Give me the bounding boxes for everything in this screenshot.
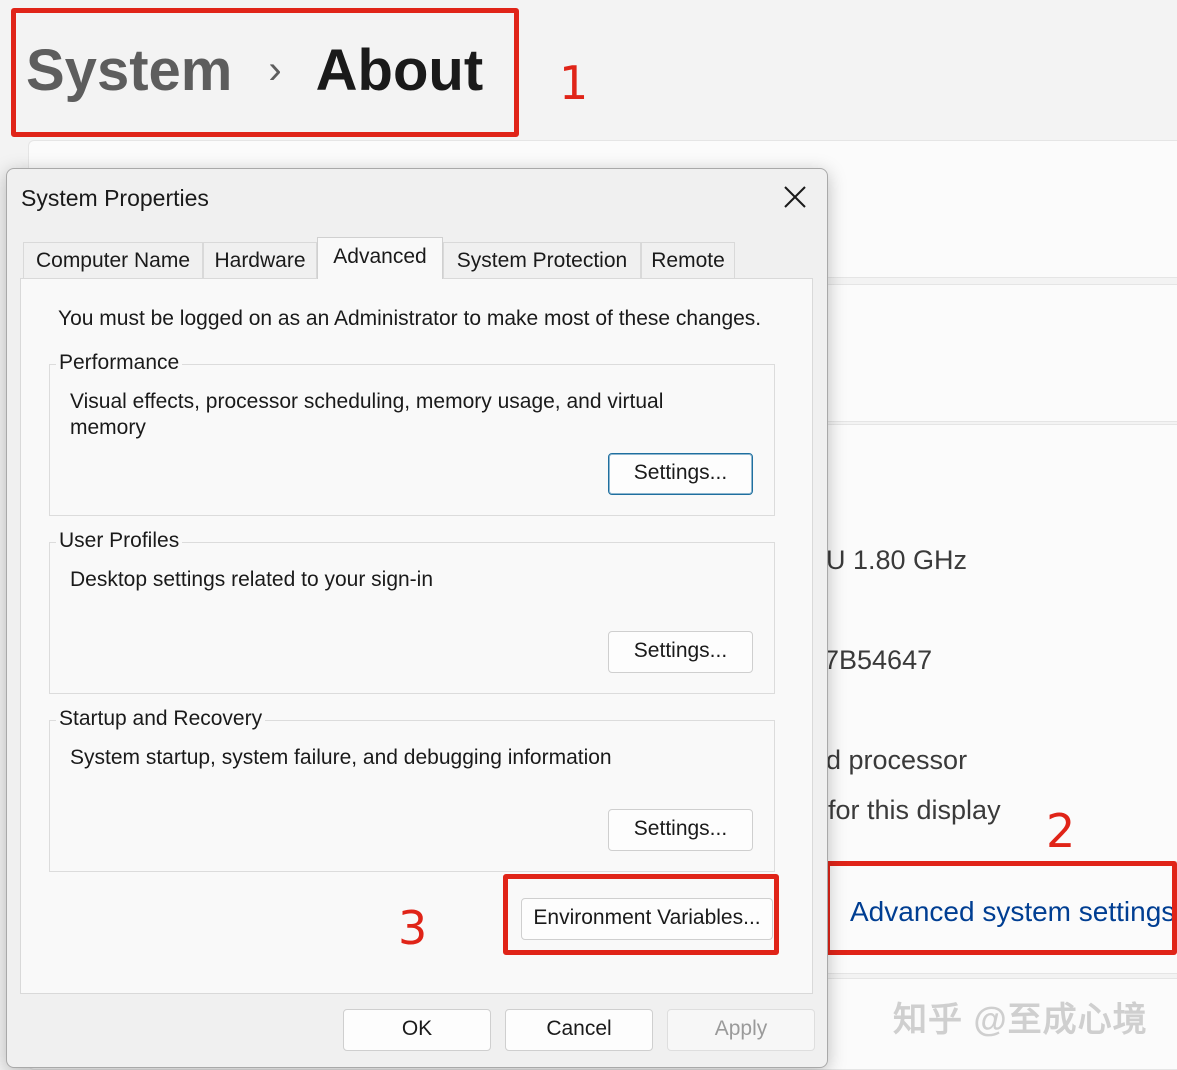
- watermark: 知乎 @至成心境: [893, 1001, 1148, 1039]
- tab-hardware[interactable]: Hardware: [203, 242, 317, 278]
- apply-button[interactable]: Apply: [667, 1009, 815, 1051]
- startup-recovery-settings-button[interactable]: Settings...: [608, 809, 753, 851]
- group-title-user-profiles: User Profiles: [56, 529, 183, 553]
- tab-computer-name[interactable]: Computer Name: [23, 242, 203, 278]
- spec-device-id-value: 7B54647: [824, 645, 933, 675]
- tab-system-protection[interactable]: System Protection: [443, 242, 641, 278]
- group-desc-startup-recovery: System startup, system failure, and debu…: [70, 746, 612, 769]
- tab-remote[interactable]: Remote: [641, 242, 735, 278]
- group-startup-recovery: Startup and Recovery System startup, sys…: [49, 707, 775, 872]
- dialog-title: System Properties: [21, 185, 209, 211]
- group-performance: Performance Visual effects, processor sc…: [49, 351, 775, 516]
- group-user-profiles: User Profiles Desktop settings related t…: [49, 529, 775, 694]
- annotation-number-2: 2: [1046, 804, 1076, 858]
- spec-pen-touch-value: for this display: [828, 795, 1001, 825]
- group-desc-performance: Visual effects, processor scheduling, me…: [70, 390, 664, 439]
- performance-settings-button[interactable]: Settings...: [608, 453, 753, 495]
- admin-message: You must be logged on as an Administrato…: [58, 307, 762, 330]
- annotation-box-env-vars: [503, 874, 779, 955]
- annotation-number-3: 3: [398, 901, 428, 955]
- tab-advanced[interactable]: Advanced: [317, 237, 443, 279]
- cancel-button[interactable]: Cancel: [505, 1009, 653, 1051]
- spec-system-type-value: d processor: [826, 745, 968, 775]
- group-desc-user-profiles: Desktop settings related to your sign-in: [70, 568, 434, 591]
- spec-processor-value: U 1.80 GHz: [826, 545, 968, 575]
- close-icon[interactable]: [777, 181, 811, 215]
- annotation-box-breadcrumb: [11, 8, 519, 137]
- group-title-performance: Performance: [56, 351, 183, 375]
- user-profiles-settings-button[interactable]: Settings...: [608, 631, 753, 673]
- annotation-box-advanced-link: [825, 861, 1177, 955]
- ok-button[interactable]: OK: [343, 1009, 491, 1051]
- annotation-number-1: 1: [559, 56, 589, 110]
- group-title-startup-recovery: Startup and Recovery: [56, 707, 266, 731]
